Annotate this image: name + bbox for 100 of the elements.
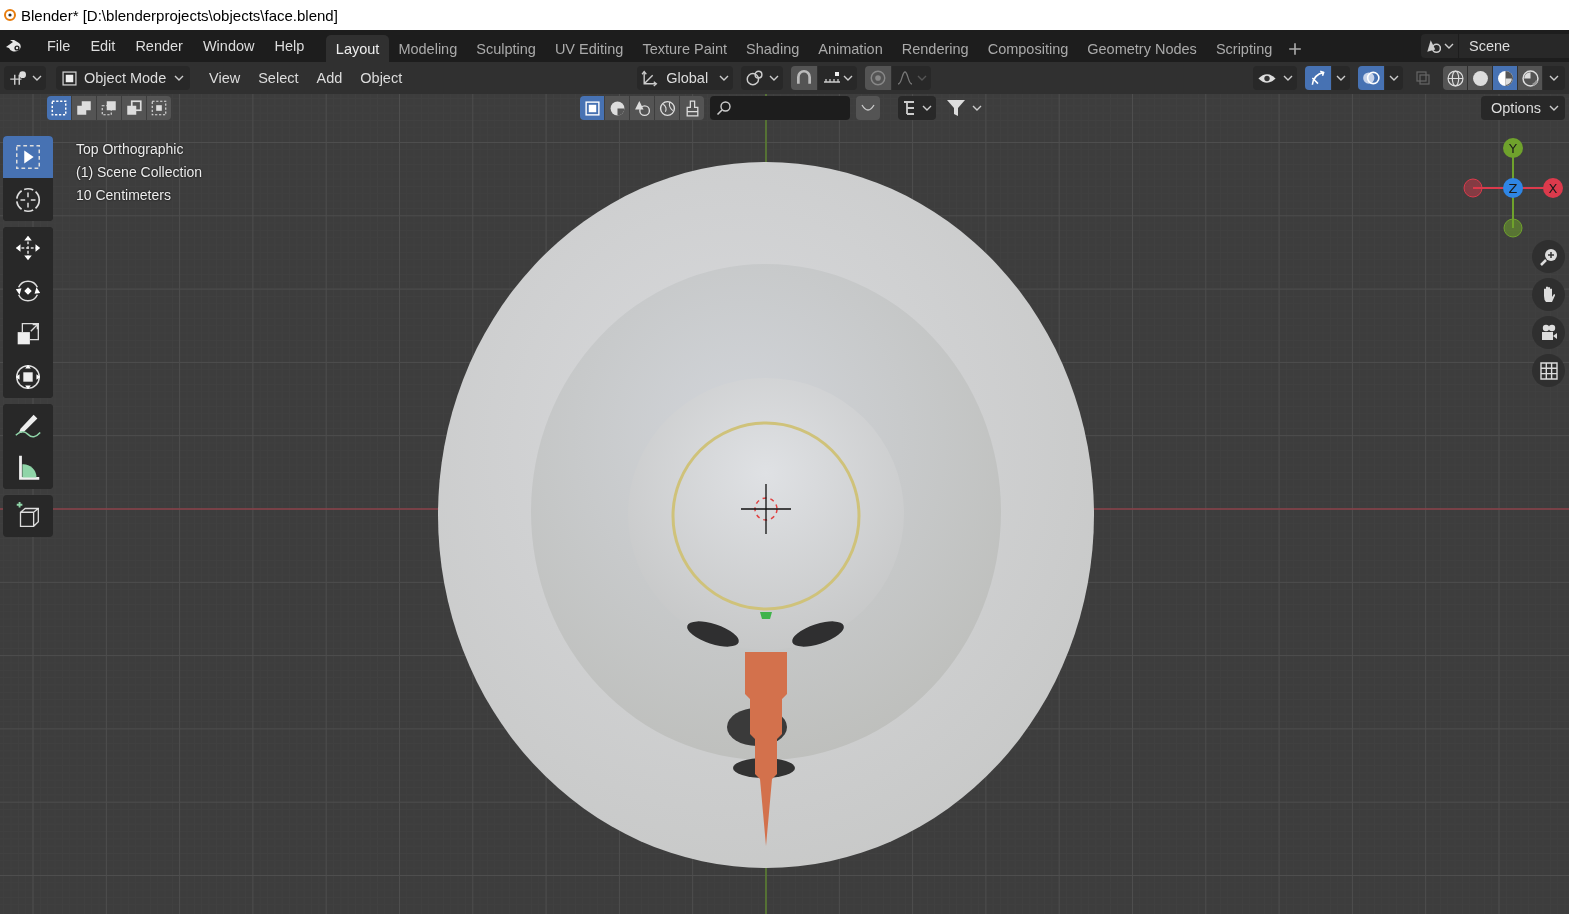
cursor-icon [13, 185, 43, 215]
workspace-tab[interactable]: Geometry Nodes [1077, 35, 1207, 62]
select-invert-icon [125, 99, 143, 117]
select-extend-icon [75, 99, 93, 117]
caret-icon [1283, 75, 1293, 81]
gizmo-toggle[interactable] [1305, 66, 1331, 90]
mesh-icon [583, 99, 601, 117]
menu-item[interactable]: Window [192, 34, 265, 58]
move-icon [13, 233, 43, 263]
scene-type-button[interactable] [1421, 34, 1458, 58]
workspace-tab[interactable]: Texture Paint [632, 35, 737, 62]
half-sphere-icon [608, 99, 626, 117]
object-type-toggle[interactable] [580, 96, 604, 120]
header-menu-item[interactable]: Add [307, 66, 352, 90]
caret-icon [1549, 75, 1559, 81]
add-workspace-icon[interactable] [1287, 42, 1302, 56]
caret-icon [719, 75, 730, 81]
pivot-icon [745, 69, 764, 87]
shading-mode-button[interactable] [1468, 66, 1492, 90]
rendered-sphere-icon [1521, 69, 1539, 87]
object-type-toggle[interactable] [680, 96, 704, 120]
header-menu-item[interactable]: Select [249, 66, 308, 90]
menu-item[interactable]: Edit [80, 34, 126, 58]
scene-field[interactable]: Scene [1458, 34, 1569, 58]
caret-icon [1389, 75, 1399, 81]
workspace-tab[interactable]: Scripting [1206, 35, 1282, 62]
transform-icon [13, 362, 43, 392]
caret-icon [972, 105, 982, 111]
snap-toggle[interactable] [791, 66, 818, 90]
menu-item[interactable]: Render [125, 34, 193, 58]
shading-mode-button[interactable] [1493, 66, 1517, 90]
selection-mode-button[interactable] [147, 96, 171, 120]
navigation-gizmo-drawing[interactable]: Y Z X [1463, 138, 1563, 238]
caret-icon [917, 75, 928, 81]
caret-icon [32, 75, 42, 81]
caret-icon [922, 105, 932, 111]
search-field[interactable] [710, 96, 850, 120]
gizmo-dropdown[interactable] [1332, 66, 1350, 90]
select-subtract-icon [100, 99, 118, 117]
mode-dropdown[interactable]: Object Mode [56, 66, 190, 90]
curve-toggle[interactable] [856, 96, 880, 120]
shading-dropdown[interactable] [1543, 66, 1565, 90]
filter-icon [946, 98, 966, 118]
select-new-icon [50, 99, 68, 117]
header-menu-item[interactable]: View [200, 66, 250, 90]
viewport-info-text: (1) Scene Collection [76, 163, 203, 182]
wireframe-sphere-icon [1446, 69, 1464, 87]
menu-item[interactable]: File [37, 34, 81, 58]
header-menu-item[interactable]: Object [351, 66, 412, 90]
select-intersect-icon [150, 99, 168, 117]
outliner-filter-dropdown[interactable] [898, 96, 936, 120]
search-icon [716, 100, 732, 116]
axes-icon [641, 69, 659, 87]
caret-icon [1549, 105, 1559, 111]
menu-item[interactable]: Help [264, 34, 315, 58]
app-icon [4, 9, 16, 21]
xray-icon [1415, 70, 1431, 86]
caret-icon [1336, 75, 1346, 81]
shading-mode-button[interactable] [1443, 66, 1467, 90]
snap-target-dropdown[interactable] [818, 66, 858, 90]
object-mode-icon [62, 70, 77, 86]
selection-mode-button[interactable] [72, 96, 96, 120]
workspace-tab[interactable]: Animation [808, 35, 893, 62]
pivot-dropdown[interactable] [741, 66, 784, 90]
selection-mode-button[interactable] [122, 96, 146, 120]
grid-icon [1538, 360, 1559, 381]
options-dropdown[interactable]: Options [1481, 96, 1565, 120]
visibility-dropdown[interactable] [1253, 66, 1297, 90]
object-type-toggle[interactable] [630, 96, 654, 120]
caret-icon [174, 75, 184, 81]
workspace-tab[interactable]: Rendering [892, 35, 979, 62]
workspace-tab[interactable]: Sculpting [466, 35, 546, 62]
workspace-tab[interactable]: Compositing [978, 35, 1078, 62]
editor-type-button[interactable] [4, 66, 46, 90]
caret-icon [1444, 43, 1454, 49]
proportional-editing-icon [869, 69, 888, 87]
overlays-dropdown[interactable] [1385, 66, 1403, 90]
object-type-toggle[interactable] [605, 96, 629, 120]
workspace-tab[interactable]: UV Editing [545, 35, 633, 62]
globe-icon [658, 99, 676, 117]
overlays-icon [1362, 69, 1380, 87]
object-type-toggle[interactable] [655, 96, 679, 120]
falloff-curve-icon [896, 70, 915, 86]
viewport-info-text: 10 Centimeters [76, 186, 172, 205]
hierarchy-icon [902, 100, 916, 116]
proportional-editing-toggle[interactable] [865, 66, 892, 90]
overlays-toggle[interactable] [1358, 66, 1384, 90]
workspace-tab[interactable]: Shading [736, 35, 809, 62]
shading-mode-button[interactable] [1518, 66, 1542, 90]
viewport-icon [8, 69, 26, 87]
solid-sphere-icon [1471, 69, 1489, 87]
falloff-dropdown[interactable] [892, 66, 932, 90]
selection-mode-button[interactable] [47, 96, 71, 120]
workspace-tab[interactable]: Layout [326, 35, 389, 62]
selection-mode-button[interactable] [97, 96, 121, 120]
orientation-dropdown[interactable]: Global [637, 66, 734, 90]
caret-icon [769, 75, 780, 81]
3d-cursor-icon [740, 483, 792, 535]
gizmo-icon [1309, 69, 1327, 87]
workspace-tab[interactable]: Modeling [388, 35, 467, 62]
